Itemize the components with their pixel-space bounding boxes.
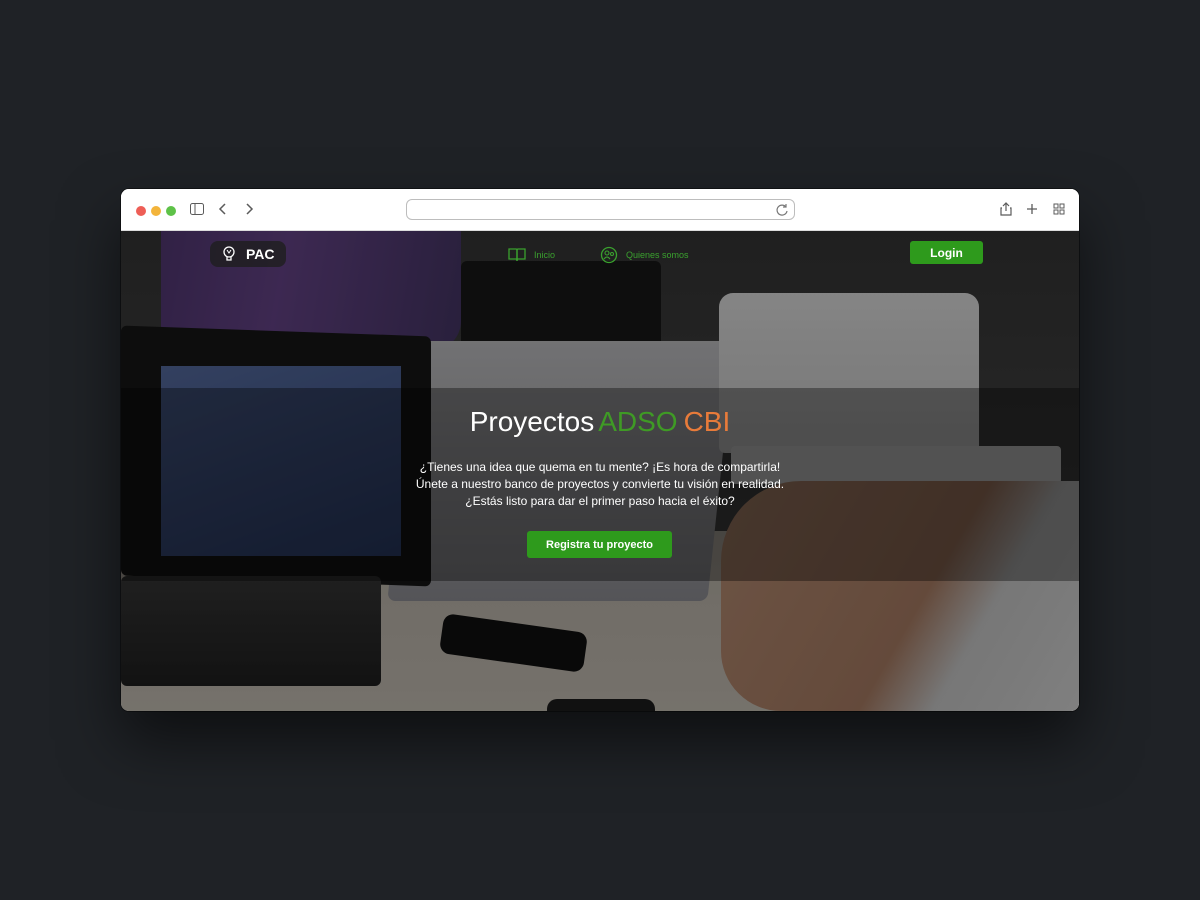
- people-icon: [600, 246, 618, 264]
- hero-title-cbi: CBI: [683, 406, 731, 437]
- bottom-dock: [547, 699, 655, 711]
- hero-title: Proyectos ADSO CBI: [121, 406, 1079, 438]
- hero-description: ¿Tienes una idea que quema en tu mente? …: [121, 459, 1079, 510]
- nav-item-inicio[interactable]: Inicio: [508, 246, 555, 264]
- nav-item-label: Quienes somos: [626, 250, 689, 260]
- hero-line: Únete a nuestro banco de proyectos y con…: [415, 477, 785, 491]
- hero-line: ¿Tienes una idea que quema en tu mente? …: [419, 460, 781, 474]
- tab-overview-icon[interactable]: [1049, 199, 1069, 219]
- reload-icon[interactable]: [775, 203, 789, 217]
- back-icon[interactable]: [213, 199, 233, 219]
- brand-logo[interactable]: PAC: [210, 241, 286, 267]
- hero-title-adso: ADSO: [598, 406, 678, 437]
- brand-name: PAC: [246, 246, 275, 262]
- nav-item-quienes-somos[interactable]: Quienes somos: [600, 246, 689, 264]
- forward-icon[interactable]: [239, 199, 259, 219]
- close-window-button[interactable]: [136, 206, 146, 216]
- url-bar[interactable]: [406, 199, 795, 220]
- new-tab-icon[interactable]: [1022, 199, 1042, 219]
- book-icon: [508, 248, 526, 262]
- nav-item-label: Inicio: [534, 250, 556, 260]
- browser-window: PAC Inicio Quienes somos Login Proyectos…: [121, 189, 1079, 711]
- maximize-window-button[interactable]: [166, 206, 176, 216]
- login-button[interactable]: Login: [910, 241, 983, 264]
- sidebar-icon[interactable]: [187, 199, 207, 219]
- lightbulb-icon: [223, 246, 235, 261]
- share-icon[interactable]: [996, 199, 1016, 219]
- minimize-window-button[interactable]: [151, 206, 161, 216]
- hero-title-proyectos: Proyectos: [469, 406, 595, 437]
- browser-toolbar: [121, 189, 1079, 231]
- page-viewport: PAC Inicio Quienes somos Login Proyectos…: [121, 231, 1079, 711]
- hero-line: ¿Estás listo para dar el primer paso hac…: [465, 494, 735, 508]
- register-project-button[interactable]: Registra tu proyecto: [527, 531, 672, 558]
